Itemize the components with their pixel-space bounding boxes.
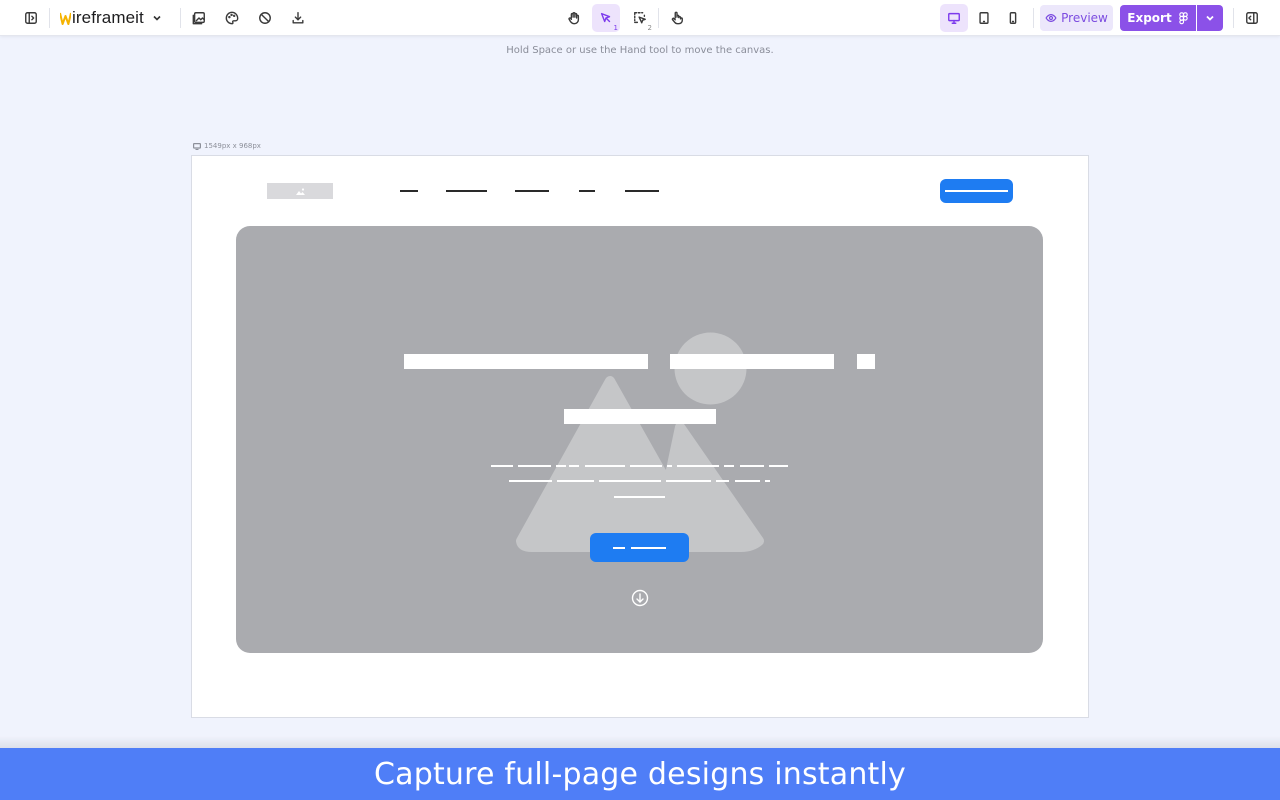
eye-icon	[1045, 14, 1057, 22]
hero-text-line	[518, 465, 551, 467]
wireframe-header-cta[interactable]	[940, 179, 1013, 203]
toolbar-divider	[180, 8, 181, 28]
top-toolbar: ireframeit 1 2 Preview Export	[0, 0, 1280, 36]
hero-text-line	[724, 465, 734, 467]
preview-button[interactable]: Preview	[1040, 5, 1113, 31]
promo-banner: Capture full-page designs instantly	[0, 748, 1280, 800]
area-select-icon[interactable]: 2	[626, 4, 654, 32]
logo-mark-icon	[60, 12, 71, 25]
hero-text-line	[740, 465, 764, 467]
hero-heading-block	[670, 354, 834, 369]
preview-button-label: Preview	[1061, 11, 1108, 25]
download-icon[interactable]	[284, 4, 312, 32]
hero-cta-button[interactable]	[590, 533, 689, 562]
hero-text-line	[677, 465, 719, 467]
hero-text-line	[716, 480, 729, 482]
wireframe-nav-link[interactable]	[400, 190, 418, 192]
chevron-down-icon	[1206, 15, 1214, 21]
hero-text-line	[557, 480, 594, 482]
hand-tool-icon[interactable]	[560, 4, 588, 32]
toolbar-divider	[49, 8, 50, 28]
image-icon[interactable]	[185, 4, 213, 32]
hero-text-line	[735, 480, 760, 482]
export-button-label: Export	[1127, 11, 1172, 25]
wireframe-hero-section[interactable]	[236, 226, 1043, 653]
frame-size-text: 1549px x 968px	[204, 142, 261, 150]
arrow-down-circle-icon[interactable]	[631, 589, 649, 607]
hero-text-line	[585, 465, 625, 467]
hero-text-line	[666, 480, 711, 482]
tablet-icon[interactable]	[970, 4, 998, 32]
toolbar-divider	[1233, 8, 1234, 28]
right-panel-toggle-icon[interactable]	[1238, 4, 1266, 32]
hero-text-line	[630, 465, 662, 467]
wireframe-nav-link[interactable]	[579, 190, 595, 192]
wireframe-logo-placeholder[interactable]	[267, 183, 333, 199]
area-select-shortcut: 2	[647, 24, 652, 32]
canvas-hint: Hold Space or use the Hand tool to move …	[506, 45, 774, 56]
hero-text-line	[614, 496, 665, 498]
export-button[interactable]: Export	[1120, 5, 1196, 31]
select-tool-icon[interactable]: 1	[592, 4, 620, 32]
image-placeholder-icon	[295, 187, 305, 195]
export-dropdown-button[interactable]	[1197, 5, 1223, 31]
promo-banner-text: Capture full-page designs instantly	[373, 756, 907, 792]
hero-text-line	[599, 480, 661, 482]
hero-heading-block	[404, 354, 648, 369]
hero-heading-block	[857, 354, 875, 369]
hero-text-line	[509, 480, 552, 482]
hero-text-line	[569, 465, 579, 467]
select-tool-shortcut: 1	[613, 24, 618, 32]
hero-text-line	[769, 465, 788, 467]
pointer-hand-icon[interactable]	[663, 4, 691, 32]
mobile-icon[interactable]	[999, 4, 1027, 32]
banner-shadow	[0, 736, 1280, 748]
wireframe-nav-link[interactable]	[515, 190, 549, 192]
wireframe-frame[interactable]	[191, 155, 1089, 718]
hero-text-line	[491, 465, 513, 467]
frame-size-label: 1549px x 968px	[193, 142, 261, 150]
no-icon[interactable]	[251, 4, 279, 32]
toolbar-divider	[1033, 8, 1034, 28]
chevron-down-icon[interactable]	[152, 13, 162, 23]
toolbar-divider	[658, 8, 659, 28]
desktop-icon[interactable]	[940, 4, 968, 32]
hero-text-line	[667, 465, 672, 467]
hero-heading-block	[564, 409, 716, 424]
hero-text-line	[765, 480, 770, 482]
hero-text-line	[556, 465, 566, 467]
palette-icon[interactable]	[218, 4, 246, 32]
wireframe-nav-link[interactable]	[446, 190, 487, 192]
wireframe-nav-link[interactable]	[625, 190, 659, 192]
app-logo-text: ireframeit	[72, 8, 144, 27]
app-logo-menu[interactable]: ireframeit	[60, 7, 162, 29]
figma-icon	[1178, 11, 1188, 24]
sidebar-toggle-icon[interactable]	[17, 4, 45, 32]
desktop-icon	[193, 142, 201, 150]
